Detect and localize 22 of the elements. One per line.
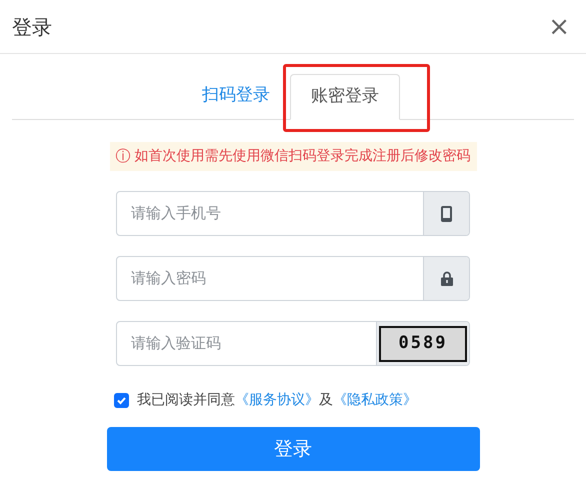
input-field[interactable]: 请输入手机号 — [117, 192, 423, 235]
agree-checkbox[interactable] — [114, 393, 129, 408]
lock-icon — [440, 271, 452, 286]
check-icon — [116, 395, 127, 406]
terms-link[interactable]: 《服务协议》 — [235, 392, 319, 408]
captcha-image[interactable]: 0589 — [379, 326, 467, 362]
phone-icon — [441, 206, 452, 222]
input-field[interactable]: 请输入验证码 — [117, 322, 376, 365]
info-icon: ⓘ — [116, 145, 130, 168]
notice-text: 如首次使用需先使用微信扫码登录完成注册后修改密码 — [134, 147, 470, 166]
close-button[interactable]: × — [544, 14, 574, 40]
login-button[interactable]: 登录 — [106, 427, 480, 471]
tab[interactable]: 扫码登录 — [182, 73, 290, 119]
agreement-text: 我已阅读并同意 — [137, 392, 235, 408]
input-field[interactable]: 请输入密码 — [117, 257, 423, 300]
privacy-link[interactable]: 《隐私政策》 — [333, 392, 417, 408]
joiner-text: 及 — [319, 392, 333, 408]
input-group[interactable]: 请输入验证码 0589 — [116, 321, 470, 366]
input-group[interactable]: 请输入手机号 — [116, 191, 470, 236]
tab[interactable]: 账密登录 — [290, 74, 400, 120]
input-group[interactable]: 请输入密码 — [116, 256, 470, 301]
dialog-title: 登录 — [12, 14, 52, 40]
